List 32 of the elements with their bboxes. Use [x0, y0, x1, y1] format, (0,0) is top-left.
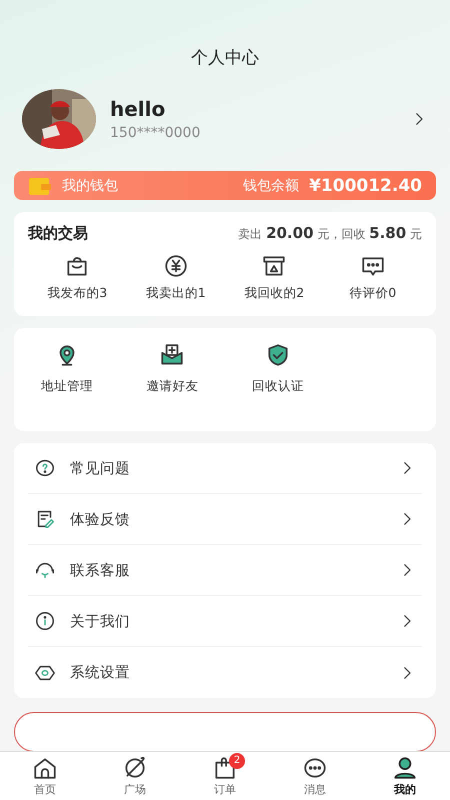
trade-item[interactable]: 我发布的3 [28, 253, 126, 302]
tab[interactable]: 首页 [0, 752, 90, 800]
menu-item[interactable]: 体验反馈 [28, 494, 422, 545]
menu-item[interactable]: 常见问题 [28, 443, 422, 494]
person-icon [392, 755, 418, 781]
menu-item[interactable]: 关于我们 [28, 596, 422, 647]
wallet-label: 我的钱包 [62, 176, 119, 194]
menu-item[interactable]: 联系客服 [28, 545, 422, 596]
trade-item[interactable]: 我卖出的1 [126, 253, 225, 302]
menu-item[interactable]: 系统设置 [28, 647, 422, 698]
balance-label: 钱包余额 [243, 176, 300, 194]
balance-amount: ¥100012.40 [309, 176, 422, 196]
tool-item[interactable]: 地址管理 [14, 342, 120, 395]
logout-button[interactable] [14, 712, 436, 752]
page-title: 个人中心 [190, 47, 260, 69]
phone-number: 150****0000 [110, 125, 202, 141]
tab[interactable]: 我的 [360, 752, 450, 800]
trade-item[interactable]: 待评价0 [324, 253, 422, 302]
wallet-icon [28, 176, 52, 196]
count-badge: 2 [229, 753, 245, 769]
user-name: hello [110, 97, 166, 121]
tool-item[interactable]: 邀请好友 [120, 342, 225, 395]
help-icon [34, 457, 56, 479]
tab[interactable]: 广场 [90, 752, 180, 800]
tab[interactable]: 订单 2 [180, 752, 270, 800]
section-title: 我的交易 [28, 224, 88, 243]
yen-icon [162, 253, 189, 279]
info-icon [34, 610, 56, 632]
tool-item[interactable]: 回收认证 [225, 342, 330, 395]
trade-item[interactable]: 我回收的2 [225, 253, 324, 302]
trade-summary: 卖出 20.00 元，回收 5.80 元 [238, 224, 422, 243]
tab[interactable]: 消息 [270, 752, 360, 800]
